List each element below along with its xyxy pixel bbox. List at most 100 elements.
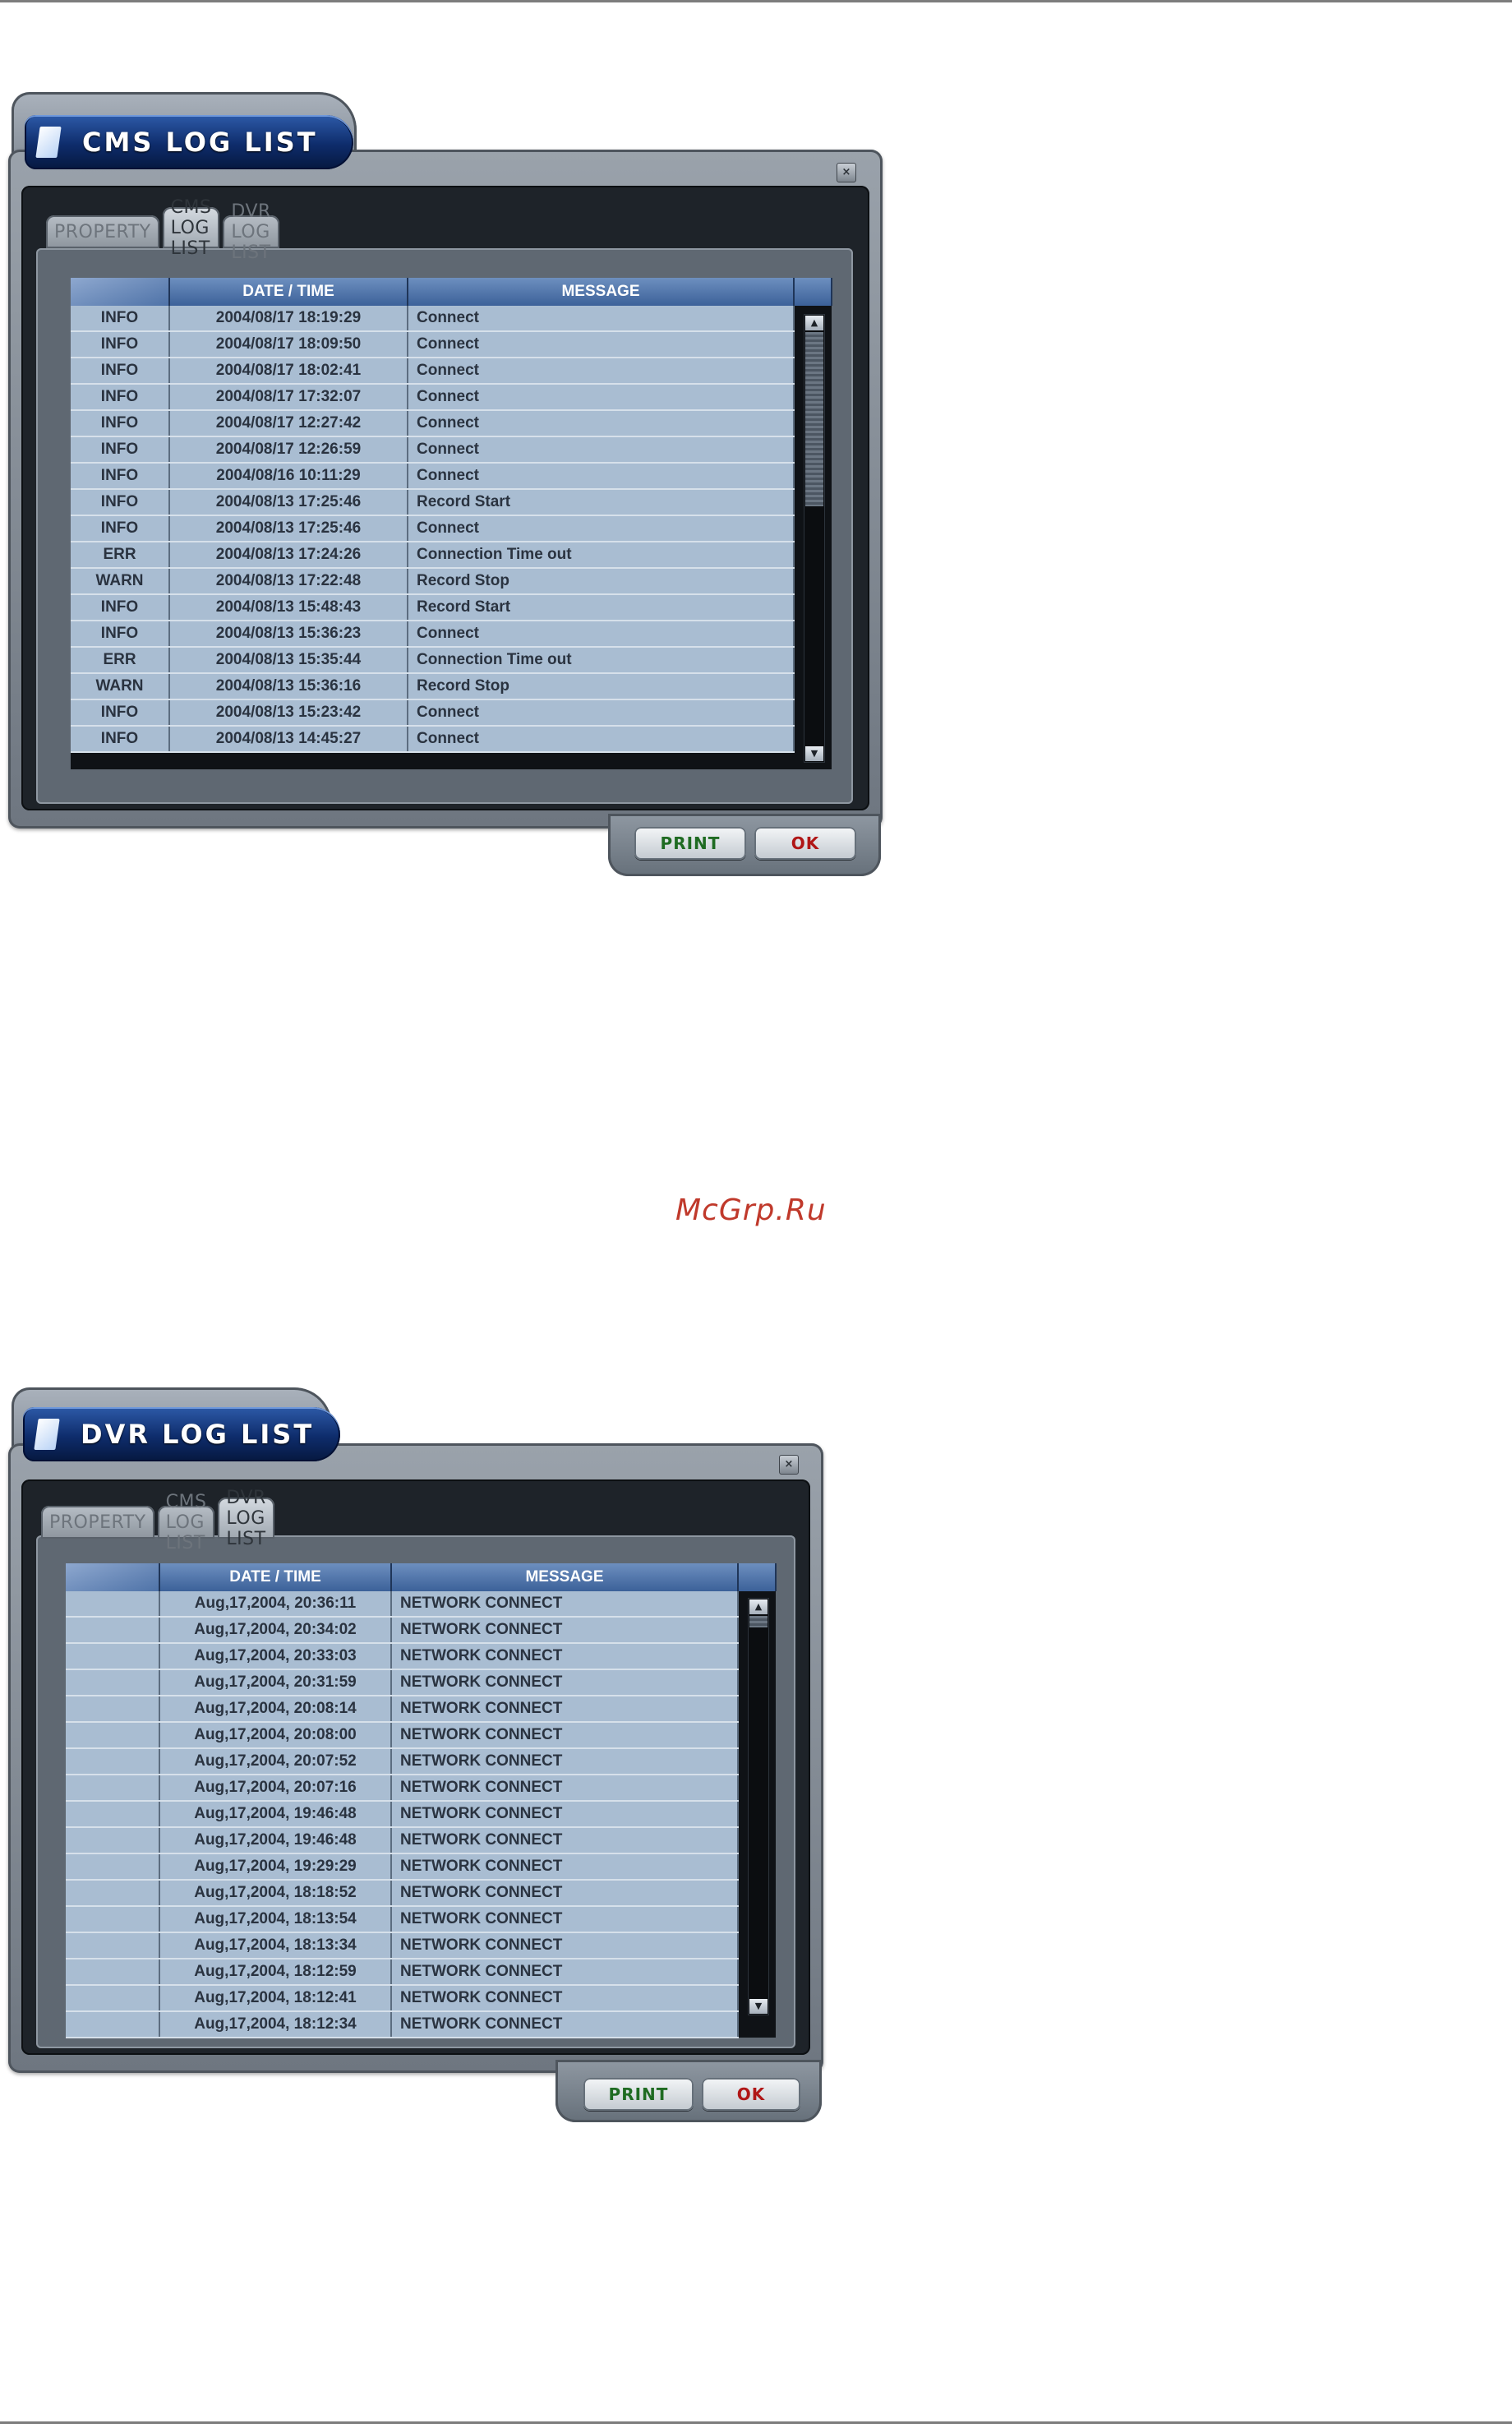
table-row[interactable]: Aug,17,2004, 19:46:48 NETWORK CONNECT: [66, 1827, 776, 1854]
close-button[interactable]: ×: [837, 163, 856, 182]
message-cell: Connect: [408, 331, 795, 358]
table-row[interactable]: INFO 2004/08/13 17:25:46 Connect: [71, 515, 832, 542]
table-row[interactable]: INFO 2004/08/13 15:36:23 Connect: [71, 621, 832, 648]
column-header-type[interactable]: [71, 278, 170, 306]
date-time-cell: Aug,17,2004, 19:29:29: [159, 1853, 392, 1881]
log-level-cell: INFO: [71, 515, 170, 542]
print-button[interactable]: PRINT: [634, 827, 746, 860]
column-header-message[interactable]: MESSAGE: [408, 278, 795, 306]
message-cell: NETWORK CONNECT: [391, 1775, 739, 1802]
log-level-cell: INFO: [71, 384, 170, 411]
log-level-cell: INFO: [71, 621, 170, 648]
table-row[interactable]: Aug,17,2004, 19:29:29 NETWORK CONNECT: [66, 1853, 776, 1881]
scroll-down-arrow-icon[interactable]: ▼: [805, 746, 823, 761]
tab-dvr-log-list[interactable]: DVR LOG LIST: [223, 201, 279, 263]
log-level-cell: [66, 1880, 160, 1907]
log-level-cell: [66, 1853, 160, 1881]
tab-property[interactable]: PROPERTY: [46, 215, 159, 248]
date-time-cell: 2004/08/13 15:36:23: [169, 621, 408, 648]
log-level-cell: INFO: [71, 410, 170, 437]
table-row[interactable]: ERR 2004/08/13 17:24:26 Connection Time ou…: [71, 542, 832, 569]
table-row[interactable]: INFO 2004/08/13 14:45:27 Connect: [71, 726, 832, 753]
tab-cms-log-list[interactable]: CMS LOG LIST: [162, 197, 220, 259]
log-rows: INFO 2004/08/17 18:19:29 Connect INFO 2004/0…: [71, 306, 832, 753]
log-level-cell: ERR: [71, 647, 170, 674]
table-row[interactable]: Aug,17,2004, 18:18:52 NETWORK CONNECT: [66, 1880, 776, 1907]
log-level-cell: [66, 1985, 160, 2012]
message-cell: NETWORK CONNECT: [391, 2011, 739, 2038]
message-cell: Connect: [408, 306, 795, 332]
message-cell: NETWORK CONNECT: [391, 1801, 739, 1828]
column-header-date-time[interactable]: DATE / TIME: [169, 278, 408, 306]
table-row[interactable]: Aug,17,2004, 18:12:59 NETWORK CONNECT: [66, 1959, 776, 1986]
log-level-cell: INFO: [71, 489, 170, 516]
date-time-cell: Aug,17,2004, 18:13:54: [159, 1906, 392, 1933]
scroll-thumb[interactable]: [805, 332, 823, 506]
table-row[interactable]: Aug,17,2004, 20:08:00 NETWORK CONNECT: [66, 1722, 776, 1749]
date-time-cell: Aug,17,2004, 20:34:02: [159, 1617, 392, 1644]
log-level-cell: INFO: [71, 358, 170, 385]
log-level-cell: [66, 1775, 160, 1802]
table-row[interactable]: INFO 2004/08/17 17:32:07 Connect: [71, 384, 832, 411]
log-level-cell: INFO: [71, 436, 170, 464]
table-row[interactable]: INFO 2004/08/17 18:19:29 Connect: [71, 306, 832, 332]
scroll-thumb[interactable]: [749, 1616, 768, 1627]
table-row[interactable]: INFO 2004/08/17 18:09:50 Connect: [71, 331, 832, 358]
table-row[interactable]: INFO 2004/08/17 18:02:41 Connect: [71, 358, 832, 385]
log-level-cell: WARN: [71, 568, 170, 595]
tab-property[interactable]: PROPERTY: [41, 1506, 154, 1539]
message-cell: Connection Time out: [408, 542, 795, 569]
message-cell: NETWORK CONNECT: [391, 1906, 739, 1933]
column-header-type[interactable]: [66, 1563, 160, 1591]
table-row[interactable]: INFO 2004/08/17 12:27:42 Connect: [71, 410, 832, 437]
table-row[interactable]: Aug,17,2004, 20:07:16 NETWORK CONNECT: [66, 1775, 776, 1802]
table-row[interactable]: INFO 2004/08/17 12:26:59 Connect: [71, 436, 832, 464]
table-row[interactable]: Aug,17,2004, 20:31:59 NETWORK CONNECT: [66, 1669, 776, 1696]
table-row[interactable]: Aug,17,2004, 18:13:34 NETWORK CONNECT: [66, 1932, 776, 1959]
log-level-cell: [66, 1591, 160, 1618]
message-cell: Connect: [408, 621, 795, 648]
scroll-down-arrow-icon[interactable]: ▼: [749, 1999, 768, 2014]
table-row[interactable]: Aug,17,2004, 18:13:54 NETWORK CONNECT: [66, 1906, 776, 1933]
table-row[interactable]: Aug,17,2004, 18:12:41 NETWORK CONNECT: [66, 1985, 776, 2012]
table-row[interactable]: Aug,17,2004, 20:08:14 NETWORK CONNECT: [66, 1696, 776, 1723]
table-row[interactable]: INFO 2004/08/13 15:23:42 Connect: [71, 699, 832, 727]
table-row[interactable]: Aug,17,2004, 20:33:03 NETWORK CONNECT: [66, 1643, 776, 1670]
table-row[interactable]: Aug,17,2004, 18:12:34 NETWORK CONNECT: [66, 2011, 776, 2038]
table-row[interactable]: WARN 2004/08/13 15:36:16 Record Stop: [71, 673, 832, 700]
message-cell: Record Stop: [408, 673, 795, 700]
table-row[interactable]: INFO 2004/08/16 10:11:29 Connect: [71, 463, 832, 490]
table-row[interactable]: ERR 2004/08/13 15:35:44 Connection Time ou…: [71, 647, 832, 674]
message-cell: NETWORK CONNECT: [391, 1669, 739, 1696]
message-cell: NETWORK CONNECT: [391, 1748, 739, 1775]
tab-dvr-log-list[interactable]: DVR LOG LIST: [218, 1488, 274, 1549]
message-cell: Record Start: [408, 489, 795, 516]
table-row[interactable]: Aug,17,2004, 20:36:11 NETWORK CONNECT: [66, 1591, 776, 1618]
column-header-message[interactable]: MESSAGE: [391, 1563, 739, 1591]
date-time-cell: 2004/08/13 17:24:26: [169, 542, 408, 569]
column-header-date-time[interactable]: DATE / TIME: [159, 1563, 392, 1591]
column-header-scroll: [794, 278, 832, 306]
table-row[interactable]: WARN 2004/08/13 17:22:48 Record Stop: [71, 568, 832, 595]
window-title-bar: CMS LOG LIST: [25, 115, 353, 169]
ok-button[interactable]: OK: [702, 2078, 800, 2111]
vertical-scrollbar[interactable]: ▲ ▼: [804, 314, 825, 763]
date-time-cell: Aug,17,2004, 18:12:41: [159, 1985, 392, 2012]
message-cell: NETWORK CONNECT: [391, 1959, 739, 1986]
date-time-cell: 2004/08/17 12:26:59: [169, 436, 408, 464]
close-button[interactable]: ×: [779, 1455, 799, 1475]
log-level-cell: WARN: [71, 673, 170, 700]
scroll-up-arrow-icon[interactable]: ▲: [749, 1599, 768, 1614]
message-cell: Connect: [408, 384, 795, 411]
tab-cms-log-list[interactable]: CMS LOG LIST: [157, 1492, 215, 1553]
table-row[interactable]: INFO 2004/08/13 15:48:43 Record Start: [71, 594, 832, 621]
table-row[interactable]: Aug,17,2004, 20:34:02 NETWORK CONNECT: [66, 1617, 776, 1644]
ok-button[interactable]: OK: [754, 827, 856, 860]
date-time-cell: 2004/08/13 15:36:16: [169, 673, 408, 700]
table-row[interactable]: Aug,17,2004, 19:46:48 NETWORK CONNECT: [66, 1801, 776, 1828]
table-row[interactable]: Aug,17,2004, 20:07:52 NETWORK CONNECT: [66, 1748, 776, 1775]
print-button[interactable]: PRINT: [583, 2078, 694, 2111]
scroll-up-arrow-icon[interactable]: ▲: [805, 316, 823, 330]
vertical-scrollbar[interactable]: ▲ ▼: [748, 1598, 769, 2015]
table-row[interactable]: INFO 2004/08/13 17:25:46 Record Start: [71, 489, 832, 516]
